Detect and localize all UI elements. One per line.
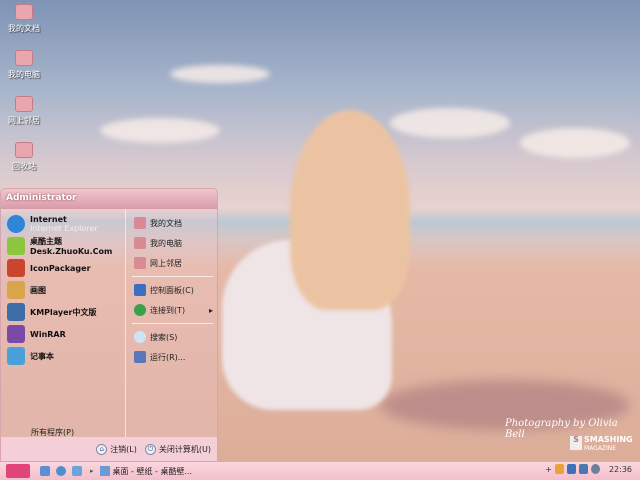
girl-hair bbox=[290, 110, 410, 310]
window-icon bbox=[99, 466, 110, 476]
separator bbox=[132, 323, 213, 324]
qq-icon[interactable] bbox=[554, 464, 564, 474]
network-icon bbox=[134, 257, 146, 269]
zhuoku-icon bbox=[7, 237, 25, 255]
taskbar-window-button[interactable]: 桌面 - 壁纸 - 桌酷壁... bbox=[99, 466, 192, 477]
pinned-programs: Internet Internet Explorer 桌酷主题 Desk.ZhuoK… bbox=[1, 209, 125, 439]
menu-item-notepad[interactable]: 记事本 bbox=[7, 345, 125, 367]
start-button[interactable] bbox=[6, 464, 30, 478]
menu-item-internet[interactable]: Internet Internet Explorer bbox=[7, 213, 125, 235]
search-icon bbox=[134, 331, 146, 343]
menu-item-my-computer[interactable]: 我的电脑 bbox=[126, 233, 219, 253]
system-tray: + 22:36 bbox=[545, 464, 632, 474]
ie-icon bbox=[7, 215, 25, 233]
submenu-arrow-icon: ▸ bbox=[208, 305, 213, 315]
menu-item-connect-to[interactable]: 连接到(T) ▸ bbox=[126, 300, 219, 320]
computer-icon bbox=[15, 50, 33, 66]
run-icon bbox=[134, 351, 146, 363]
menu-item-search[interactable]: 搜索(S) bbox=[126, 327, 219, 347]
menu-item-kmplayer[interactable]: KMPlayer中文版 bbox=[7, 301, 125, 323]
menu-item-control-panel[interactable]: 控制面板(C) bbox=[126, 280, 219, 300]
cloud bbox=[170, 65, 270, 83]
kmplayer-icon bbox=[7, 303, 25, 321]
explorer-quicklaunch-icon[interactable] bbox=[72, 466, 82, 476]
taskbar: ▸ 桌面 - 壁纸 - 桌酷壁... + 22:36 bbox=[0, 462, 640, 480]
shutdown-button[interactable]: ⏻ 关闭计算机(U) bbox=[144, 443, 211, 455]
tray-expand-icon[interactable]: + bbox=[545, 465, 552, 474]
cloud bbox=[100, 118, 220, 143]
winrar-icon bbox=[7, 325, 25, 343]
start-menu-footer: ⌂ 注销(L) ⏻ 关闭计算机(U) bbox=[1, 437, 217, 461]
menu-item-paint[interactable]: 画图 bbox=[7, 279, 125, 301]
control-panel-icon bbox=[134, 284, 146, 296]
power-icon: ⏻ bbox=[144, 443, 156, 455]
user-name: Administrator bbox=[1, 189, 217, 209]
cloud bbox=[520, 128, 630, 158]
menu-item-iconpackager[interactable]: IconPackager bbox=[7, 257, 125, 279]
icon-label: 我的文档 bbox=[8, 24, 40, 33]
tray-app-icon[interactable] bbox=[566, 464, 576, 474]
ie-quicklaunch-icon[interactable] bbox=[56, 466, 66, 476]
menu-item-zhuoku[interactable]: 桌酷主题 Desk.ZhuoKu.Com bbox=[7, 235, 125, 257]
globe-icon bbox=[134, 304, 146, 316]
icon-label: 回收站 bbox=[12, 162, 36, 171]
volume-icon[interactable] bbox=[590, 464, 600, 474]
folder-icon bbox=[15, 4, 33, 20]
logoff-icon: ⌂ bbox=[96, 443, 108, 455]
icon-label: 网上邻居 bbox=[8, 116, 40, 125]
desktop-icon-my-documents[interactable]: 我的文档 bbox=[2, 4, 46, 34]
desktop-icon-recycle-bin[interactable]: 回收站 bbox=[2, 142, 46, 172]
menu-item-network[interactable]: 网上邻居 bbox=[126, 253, 219, 273]
places-panel: 我的文档 我的电脑 网上邻居 控制面板(C) 连接到(T) ▸ 搜索(S) 运行(… bbox=[125, 209, 219, 439]
network-icon bbox=[15, 96, 33, 112]
all-programs-button[interactable]: 所有程序(P) bbox=[31, 427, 74, 438]
show-desktop-icon[interactable] bbox=[40, 466, 50, 476]
menu-item-run[interactable]: 运行(R)... bbox=[126, 347, 219, 367]
computer-icon bbox=[134, 237, 146, 249]
cloud bbox=[390, 108, 510, 138]
smashing-logo: S SMASHING MAGAZINE bbox=[570, 436, 633, 453]
menu-item-winrar[interactable]: WinRAR bbox=[7, 323, 125, 345]
desktop-icon-network[interactable]: 网上邻居 bbox=[2, 96, 46, 126]
separator bbox=[132, 276, 213, 277]
notepad-icon bbox=[7, 347, 25, 365]
start-menu: Administrator Internet Internet Explorer … bbox=[0, 188, 218, 462]
clock[interactable]: 22:36 bbox=[609, 465, 632, 474]
desktop-icon-my-computer[interactable]: 我的电脑 bbox=[2, 50, 46, 80]
logoff-button[interactable]: ⌂ 注销(L) bbox=[96, 443, 137, 455]
network-tray-icon[interactable] bbox=[578, 464, 588, 474]
quicklaunch-expand-icon[interactable]: ▸ bbox=[90, 467, 94, 475]
iconpackager-icon bbox=[7, 259, 25, 277]
recycle-bin-icon bbox=[15, 142, 33, 158]
folder-icon bbox=[134, 217, 146, 229]
menu-item-my-documents[interactable]: 我的文档 bbox=[126, 213, 219, 233]
paint-icon bbox=[7, 281, 25, 299]
icon-label: 我的电脑 bbox=[8, 70, 40, 79]
